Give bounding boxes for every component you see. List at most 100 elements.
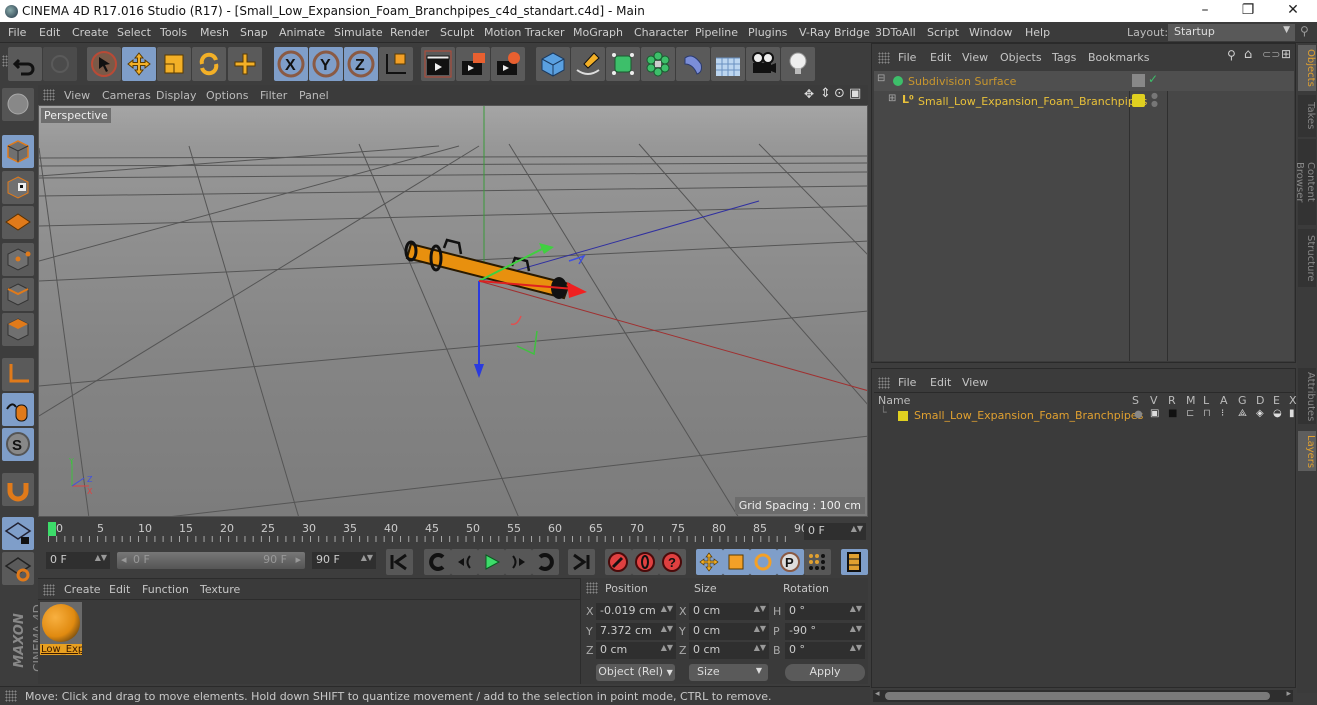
menu-mograph[interactable]: MoGraph xyxy=(573,26,623,39)
menu-script[interactable]: Script xyxy=(927,26,959,39)
menu-sculpt[interactable]: Sculpt xyxy=(440,26,474,39)
make-editable-button[interactable] xyxy=(2,88,34,121)
layer-horizontal-scrollbar[interactable]: ◂ ▸ xyxy=(873,689,1293,702)
home-icon[interactable]: ⌂ xyxy=(1244,47,1252,62)
workplane-align-button[interactable] xyxy=(2,552,34,585)
viewport-menu-options[interactable]: Options xyxy=(206,89,248,102)
menu-pipeline[interactable]: Pipeline xyxy=(695,26,738,39)
collapse-icon[interactable]: ⊟ xyxy=(877,73,885,84)
pan-view-icon[interactable]: ✥ xyxy=(804,87,814,101)
menu-create[interactable]: Create xyxy=(72,26,109,39)
new-window-icon[interactable]: ⊞ xyxy=(1281,47,1291,61)
menu-help[interactable]: Help xyxy=(1025,26,1050,39)
tab-structure[interactable]: Structure xyxy=(1298,229,1316,287)
position-z-field[interactable]: 0 cm ▲▼ xyxy=(596,642,676,659)
menu-tools[interactable]: Tools xyxy=(160,26,187,39)
playhead[interactable] xyxy=(48,522,56,536)
menu-render[interactable]: Render xyxy=(390,26,429,39)
camera-button[interactable] xyxy=(746,47,780,81)
viewport-menu-filter[interactable]: Filter xyxy=(260,89,287,102)
object-name[interactable]: Small_Low_Expansion_Foam_Branchpipes xyxy=(918,95,1147,108)
menu-3dtoall[interactable]: 3DToAll xyxy=(875,26,916,39)
viewport-menu-cameras[interactable]: Cameras xyxy=(102,89,151,102)
solo-mode-button[interactable]: S xyxy=(2,428,34,461)
viewport-3d[interactable]: Y X Z Perspective Grid Spacing : 100 cm xyxy=(38,105,868,517)
deformers-icon[interactable]: ◈ xyxy=(1256,408,1264,419)
size-y-field[interactable]: 0 cm ▲▼ xyxy=(689,623,769,640)
menu-motion-tracker[interactable]: Motion Tracker xyxy=(484,26,564,39)
layer-col-m[interactable]: M xyxy=(1186,394,1196,407)
range-left-arrow-icon[interactable]: ◂ xyxy=(121,553,127,566)
menu-simulate[interactable]: Simulate xyxy=(334,26,383,39)
workplane-mode-button[interactable] xyxy=(2,206,34,239)
object-manager-grip[interactable] xyxy=(878,52,890,64)
tab-objects[interactable]: Objects xyxy=(1298,45,1316,91)
layer-col-l[interactable]: L xyxy=(1203,394,1209,407)
menu-character[interactable]: Character xyxy=(634,26,688,39)
layer-name[interactable]: Small_Low_Expansion_Foam_Branchpipes xyxy=(914,409,1143,422)
visibility-dots-icon[interactable]: ● ● xyxy=(1151,92,1158,108)
object-menu-bookmarks[interactable]: Bookmarks xyxy=(1088,51,1149,64)
frame-range-slider[interactable]: ◂ 0 F 90 F ▸ xyxy=(117,552,305,569)
object-row-subdivision[interactable]: ⊟ Subdivision Surface ✓ xyxy=(874,71,1294,91)
render-picture-viewer-button[interactable] xyxy=(456,47,490,81)
menu-select[interactable]: Select xyxy=(117,26,151,39)
layer-menu-view[interactable]: View xyxy=(962,376,988,389)
key-pla-button[interactable] xyxy=(804,549,831,575)
layer-col-a[interactable]: A xyxy=(1220,394,1228,407)
viewport-menu-panel[interactable]: Panel xyxy=(299,89,329,102)
zoom-view-icon[interactable]: ⇕ xyxy=(820,86,831,101)
layer-col-g[interactable]: G xyxy=(1238,394,1247,407)
close-button[interactable]: ✕ xyxy=(1278,2,1308,20)
layer-color-icon[interactable] xyxy=(1132,94,1145,107)
key-parameter-button[interactable]: P xyxy=(777,549,804,575)
rotation-h-field[interactable]: 0 ° ▲▼ xyxy=(785,603,865,620)
restore-button[interactable]: ❐ xyxy=(1233,2,1263,20)
maximize-view-icon[interactable]: ▣ xyxy=(849,86,861,101)
move-tool-button[interactable] xyxy=(122,47,156,81)
material-menu-edit[interactable]: Edit xyxy=(109,583,130,596)
live-selection-button[interactable] xyxy=(87,47,121,81)
rotate-tool-button[interactable] xyxy=(192,47,226,81)
object-row-branchpipes[interactable]: ⊞ L⁰ Small_Low_Expansion_Foam_Branchpipe… xyxy=(874,91,1294,111)
floor-button[interactable] xyxy=(711,47,745,81)
go-to-end-button[interactable] xyxy=(568,549,595,575)
menu-mesh[interactable]: Mesh xyxy=(200,26,229,39)
material-swatch[interactable]: Low_Exp xyxy=(40,602,82,658)
key-position-button[interactable] xyxy=(696,549,723,575)
polygons-mode-button[interactable] xyxy=(2,313,34,346)
tweak-mode-button[interactable] xyxy=(2,393,34,426)
menu-plugins[interactable]: Plugins xyxy=(748,26,787,39)
tab-content-browser[interactable]: Content Browser xyxy=(1294,139,1316,225)
model-mode-button[interactable] xyxy=(2,135,34,168)
menu-file[interactable]: File xyxy=(8,26,26,39)
scroll-left-icon[interactable]: ◂ xyxy=(875,689,880,699)
rotation-p-field[interactable]: -90 ° ▲▼ xyxy=(785,623,865,640)
x-axis-button[interactable]: X xyxy=(274,47,308,81)
object-menu-edit[interactable]: Edit xyxy=(930,51,951,64)
array-button[interactable] xyxy=(641,47,675,81)
expressions-icon[interactable]: ◒ xyxy=(1273,408,1282,419)
deformer-button[interactable] xyxy=(676,47,710,81)
menu-animate[interactable]: Animate xyxy=(279,26,325,39)
size-mode-dropdown[interactable]: Size ▼ xyxy=(689,664,768,681)
move-last-button[interactable] xyxy=(228,47,262,81)
coordinate-system-button[interactable] xyxy=(379,47,413,81)
key-rotation-button[interactable] xyxy=(750,549,777,575)
menu-vray-bridge[interactable]: V-Ray Bridge xyxy=(799,26,870,39)
play-button[interactable] xyxy=(478,549,505,575)
snap-button[interactable] xyxy=(2,473,34,506)
y-axis-button[interactable]: Y xyxy=(309,47,343,81)
layer-row[interactable]: └ Small_Low_Expansion_Foam_Branchpipes ●… xyxy=(874,406,1295,424)
size-x-field[interactable]: 0 cm ▲▼ xyxy=(689,603,769,620)
menu-edit[interactable]: Edit xyxy=(39,26,60,39)
texture-mode-button[interactable] xyxy=(2,171,34,204)
solo-dot-icon[interactable]: ● xyxy=(1134,409,1143,420)
lock-icon[interactable]: ⊓ xyxy=(1203,408,1211,419)
xrefs-icon[interactable]: ▮ xyxy=(1289,408,1295,419)
layout-dropdown[interactable]: Startup ▼ xyxy=(1168,24,1295,41)
object-menu-objects[interactable]: Objects xyxy=(1000,51,1042,64)
object-menu-tags[interactable]: Tags xyxy=(1052,51,1076,64)
range-right-arrow-icon[interactable]: ▸ xyxy=(295,553,301,566)
undo-button[interactable] xyxy=(8,47,42,81)
